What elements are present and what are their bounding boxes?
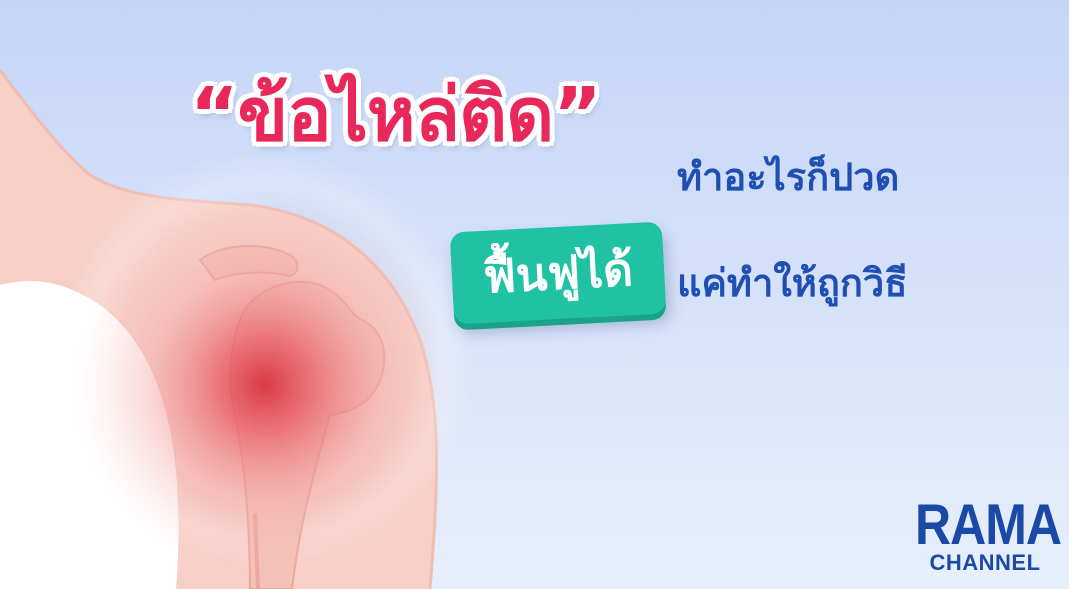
recovery-subtitle: แค่ทำให้ถูกวิธี <box>677 261 908 305</box>
headline-title: “ข้อไหล่ติด” <box>190 72 602 158</box>
recovery-badge-label: ฟื้นฟูได้ <box>481 241 635 304</box>
recovery-badge: ฟื้นฟูได้ <box>449 221 667 325</box>
banner: “ข้อไหล่ติด” ทำอะไรก็ปวด ฟื้นฟูได้ แค่ทำ… <box>0 0 1069 589</box>
rama-channel-logo: RAMA CHANNEL <box>915 496 1062 575</box>
logo-rama-text: RAMA <box>915 492 1062 557</box>
headline-subtitle: ทำอะไรก็ปวด <box>677 155 900 199</box>
